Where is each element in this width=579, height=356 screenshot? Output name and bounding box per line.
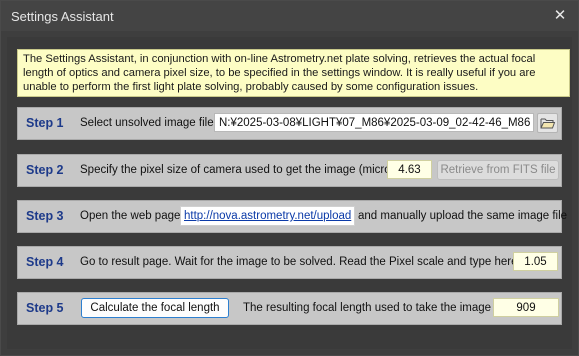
browse-file-button[interactable] — [537, 113, 558, 133]
step-1-text: Select unsolved image file — [80, 117, 214, 129]
pixel-size-input[interactable]: 4.63 — [387, 160, 432, 179]
title-bar[interactable]: Settings Assistant ✕ — [1, 1, 578, 31]
retrieve-from-fits-button[interactable]: Retrieve from FITS file — [437, 160, 559, 180]
step-3-panel: Step 3 Open the web page http://nova.ast… — [17, 200, 567, 233]
step-1-label: Step 1 — [26, 116, 64, 130]
step-4-label: Step 4 — [26, 255, 64, 269]
step-1-panel: Step 1 Select unsolved image file N:¥202… — [17, 107, 562, 140]
step-2-text: Specify the pixel size of camera used to… — [80, 164, 401, 176]
step-3-label: Step 3 — [26, 209, 64, 223]
step-4-panel: Step 4 Go to result page. Wait for the i… — [17, 246, 562, 279]
folder-open-icon — [540, 118, 556, 129]
step-2-panel: Step 2 Specify the pixel size of camera … — [17, 154, 562, 187]
step-3-text-after: and manually upload the same image file — [358, 210, 568, 222]
pixel-scale-input[interactable]: 1.05 — [513, 252, 558, 271]
calculate-focal-length-button[interactable]: Calculate the focal length — [81, 298, 229, 318]
step-5-result-text: The resulting focal length used to take … — [243, 302, 503, 314]
settings-assistant-window: Settings Assistant ✕ The Settings Assist… — [0, 0, 579, 356]
step-4-text: Go to result page. Wait for the image to… — [80, 256, 518, 268]
close-icon[interactable]: ✕ — [548, 5, 572, 27]
intro-note: The Settings Assistant, in conjunction w… — [17, 49, 570, 97]
step-2-label: Step 2 — [26, 163, 64, 177]
image-file-path-field[interactable]: N:¥2025-03-08¥LIGHT¥07_M86¥2025-03-09_02… — [214, 113, 534, 132]
astrometry-upload-link[interactable]: http://nova.astrometry.net/upload — [180, 206, 356, 226]
focal-length-output: 909 — [493, 298, 559, 317]
window-title: Settings Assistant — [11, 9, 114, 24]
dialog-body: The Settings Assistant, in conjunction w… — [7, 37, 572, 349]
step-5-panel: Step 5 Calculate the focal length The re… — [17, 292, 562, 325]
step-3-text-before: Open the web page — [80, 210, 181, 222]
step-5-label: Step 5 — [26, 301, 64, 315]
